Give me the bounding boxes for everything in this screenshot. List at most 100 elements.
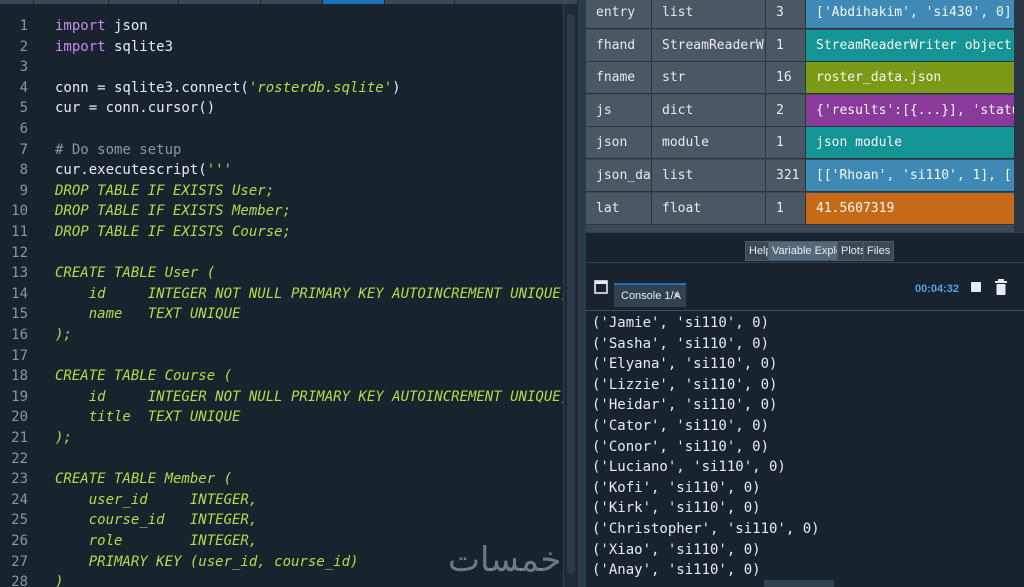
code-line[interactable]: course_id INTEGER,	[55, 510, 258, 530]
console-output-line: ('Christopher', 'si110', 0)	[592, 521, 820, 537]
console-window-icon[interactable]	[594, 280, 608, 294]
stop-icon[interactable]	[970, 281, 982, 293]
code-line[interactable]: DROP TABLE IF EXISTS Member;	[55, 201, 291, 221]
variable-value: [['Rhoan', 'si110', 1], ['Jamie…	[806, 160, 1024, 192]
variable-row[interactable]: json module 1 json module	[586, 127, 1024, 160]
variable-row[interactable]: lat float 1 41.5607319	[586, 192, 1024, 225]
console-elapsed-time: 00:04:32	[915, 283, 960, 295]
code-line[interactable]: );	[55, 325, 72, 345]
code-editor[interactable]: 1 2 3 4 5 6 7 8 9 10 11 12 13 14 15 16 17 18 19 20 21 22 23 24 2…	[0, 0, 578, 587]
line-number: 12	[11, 244, 28, 261]
variable-row[interactable]: fhandStreamReaderWriter1StreamReaderWrit…	[586, 29, 1024, 62]
console-output-line: ('Conor', 'si110', 0)	[592, 438, 770, 455]
editor-scrollbar-thumb[interactable]	[567, 14, 575, 574]
trash-icon[interactable]	[995, 279, 1007, 295]
code-line[interactable]: cur.executescript('''	[55, 160, 232, 180]
line-number: 11	[11, 224, 28, 240]
variable-size: 321	[766, 160, 806, 192]
variable-name: fname	[586, 62, 652, 95]
variable-type: StreamReaderWriter	[652, 29, 766, 62]
code-string: '''	[206, 162, 233, 179]
console-output-line: ('Lizzie', 'si110', 0)	[592, 376, 778, 393]
code-line[interactable]: name TEXT UNIQUE	[55, 304, 241, 324]
console-output-line: ('Elyana', 'si110', 0)	[592, 356, 778, 373]
line-number: 17	[11, 347, 28, 364]
variable-name: json_data	[586, 160, 652, 192]
pane-splitter[interactable]	[578, 0, 586, 587]
code-line[interactable]: conn = sqlite3.connect('rosterdb.sqlite'…	[55, 78, 401, 98]
variable-type: list	[652, 0, 766, 29]
variable-size: 3	[766, 0, 806, 29]
variable-row[interactable]: fname str 16 roster_data.json	[586, 62, 1024, 95]
line-number: 21	[11, 430, 28, 446]
code-line[interactable]: role INTEGER,	[55, 531, 258, 551]
code-line[interactable]: CREATE TABLE Course (	[55, 366, 232, 386]
code-line[interactable]: CREATE TABLE User (	[55, 263, 215, 283]
line-number: 15	[11, 306, 28, 323]
console-output[interactable]: ('Jamie', 'si110', 0) ('Sasha', 'si110', …	[586, 310, 1024, 587]
code-area[interactable]: import json import sqlite3 conn = sqlite3.…	[55, 4, 575, 587]
variable-type: str	[652, 62, 766, 95]
code-line[interactable]: # Do some setup	[55, 140, 181, 160]
variable-row[interactable]: json_datalist321[['Rhoan', 'si110', 1], …	[586, 160, 1024, 192]
line-number: 4	[19, 79, 28, 96]
code-line[interactable]: );	[55, 428, 72, 448]
console-output-line: ('Sasha', 'si110', 0)	[592, 335, 770, 352]
variable-size: 1	[766, 192, 806, 225]
line-number: 18	[11, 368, 28, 385]
line-number: 23	[11, 471, 28, 488]
variable-value: ['Abdihakim', 'si430', 0]	[806, 0, 1024, 29]
line-number: 3	[19, 59, 28, 76]
variable-explorer-scrollbar[interactable]	[1014, 0, 1024, 232]
code-line[interactable]: )	[55, 572, 63, 587]
line-number: 27	[11, 553, 28, 570]
line-number: 28	[11, 574, 28, 587]
code-line[interactable]: id INTEGER NOT NULL PRIMARY KEY AUTOINCR…	[55, 284, 569, 304]
code-keyword: import	[55, 18, 106, 34]
code-line[interactable]: id INTEGER NOT NULL PRIMARY KEY AUTOINCR…	[55, 387, 569, 407]
line-number: 24	[11, 491, 28, 508]
variable-size: 16	[766, 62, 806, 95]
line-number: 19	[11, 388, 28, 405]
variable-type: dict	[652, 94, 766, 127]
code-text: json	[105, 18, 148, 34]
console-output-line: ('Heidar', 'si110', 0)	[592, 397, 778, 414]
variable-size: 1	[766, 29, 806, 62]
console-status-tab[interactable]	[764, 580, 834, 587]
editor-scrollbar[interactable]	[563, 4, 578, 587]
code-line[interactable]: DROP TABLE IF EXISTS User;	[55, 181, 274, 201]
code-line[interactable]: import json	[55, 16, 148, 36]
line-number-gutter: 1 2 3 4 5 6 7 8 9 10 11 12 13 14 15 16 17 18 19 20 21 22 23 24 2…	[0, 4, 40, 587]
variable-type: module	[652, 127, 766, 160]
variable-value: roster_data.json	[806, 62, 1024, 95]
variable-name: entry	[586, 0, 652, 29]
variable-name: lat	[586, 192, 652, 225]
variable-name: fhand	[586, 29, 652, 62]
code-line[interactable]: user_id INTEGER,	[55, 490, 258, 510]
variable-value: 41.5607319	[806, 192, 1024, 225]
variable-type: list	[652, 160, 766, 192]
variable-value: json module	[806, 127, 1024, 160]
code-line[interactable]: import sqlite3	[55, 37, 173, 57]
line-number: 22	[11, 450, 28, 467]
code-line[interactable]: cur = conn.cursor()	[55, 98, 215, 118]
variable-row[interactable]: entry list 3 ['Abdihakim', 'si430', 0]	[586, 0, 1024, 29]
code-line[interactable]: CREATE TABLE Member (	[55, 469, 232, 489]
line-number: 8	[19, 162, 28, 179]
line-number: 9	[19, 182, 28, 199]
tab-files[interactable]: Files	[863, 241, 895, 261]
code-line[interactable]: PRIMARY KEY (user_id, course_id)	[55, 552, 359, 572]
line-number: 6	[19, 121, 28, 137]
console-tab-label: Console 1/A	[621, 290, 681, 302]
variable-row[interactable]: jsdict2{'results':[{...}], 'status':'O…	[586, 94, 1024, 127]
code-line[interactable]: DROP TABLE IF EXISTS Course;	[55, 222, 291, 242]
code-text: cur.executescript(	[55, 162, 207, 179]
line-number: 13	[11, 265, 28, 282]
close-icon[interactable]: ×	[674, 285, 680, 307]
console-output-line: ('Kofi', 'si110', 0)	[592, 479, 761, 496]
line-number: 10	[11, 203, 28, 220]
console-tab[interactable]: Console 1/A ×	[614, 283, 686, 307]
console-output-line: ('Cator', 'si110', 0)	[592, 418, 770, 434]
code-line[interactable]: title TEXT UNIQUE	[55, 407, 241, 427]
code-keyword: import	[55, 38, 106, 55]
